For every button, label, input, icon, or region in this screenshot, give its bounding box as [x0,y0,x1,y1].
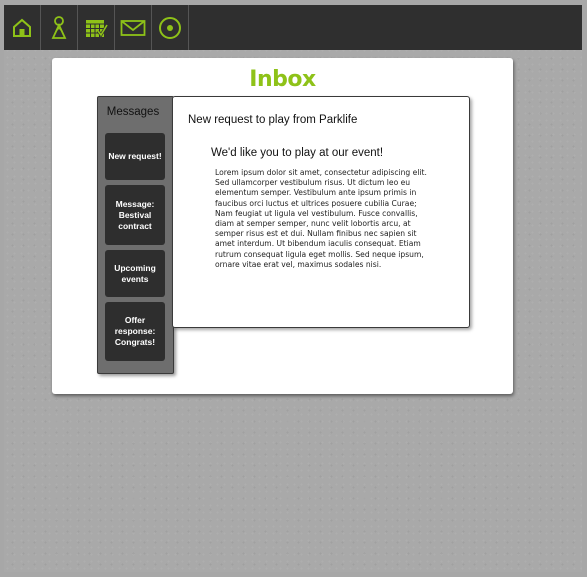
page-title: Inbox [249,67,316,92]
home-icon [11,18,33,38]
nav-inbox-button[interactable] [115,5,152,50]
sidebar-title: Messages [106,106,160,118]
message-panel: New request to play from Parklife We'd l… [172,96,470,328]
message-item-label: Upcoming events [114,262,156,284]
message-item-bestival-contract[interactable]: Message: Bestival contract [105,185,165,245]
top-nav-bar [4,5,582,50]
mail-icon [120,19,146,37]
person-icon [49,15,69,40]
message-item-label: Offer response: Congrats! [114,315,156,347]
nav-home-button[interactable] [4,5,41,50]
inbox-card: Inbox Messages New request! Message: Bes… [52,58,513,394]
message-body: Lorem ipsum dolor sit amet, consectetur … [215,168,427,269]
nav-profile-button[interactable] [41,5,78,50]
message-item-upcoming-events[interactable]: Upcoming events [105,250,165,297]
message-item-label: Message: Bestival contract [115,198,155,231]
message-subheading: We'd like you to play at our event! [211,147,384,159]
message-item-new-request[interactable]: New request! [105,133,165,180]
nav-music-button[interactable] [152,5,189,50]
message-item-offer-response[interactable]: Offer response: Congrats! [105,302,165,361]
record-icon [158,16,182,40]
message-heading: New request to play from Parklife [188,114,358,126]
message-item-label: New request! [108,151,162,161]
nav-calendar-button[interactable] [78,5,115,50]
messages-sidebar: Messages New request! Message: Bestival … [97,96,174,374]
calendar-icon [84,17,108,39]
